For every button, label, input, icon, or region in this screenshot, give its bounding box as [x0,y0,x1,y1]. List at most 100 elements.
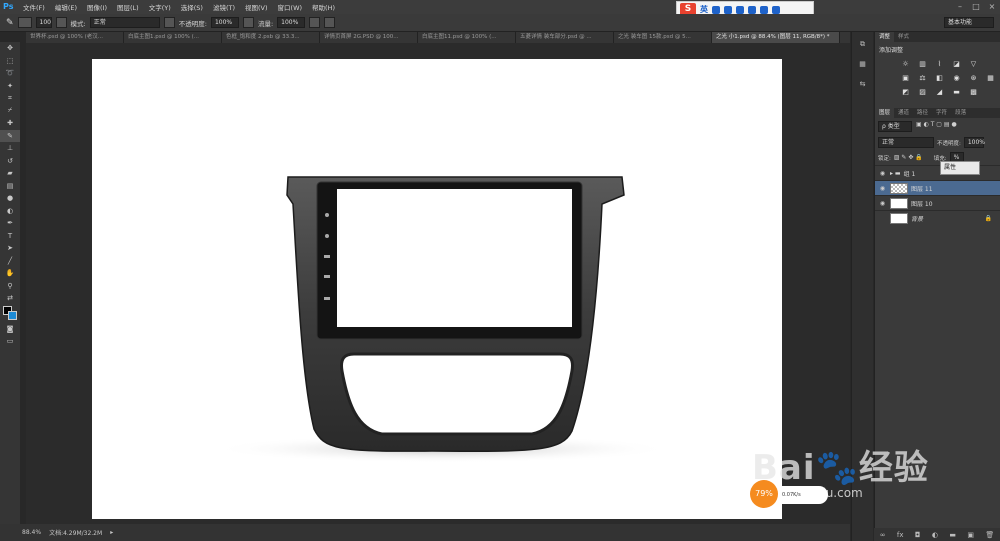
maximize-icon[interactable]: □ [968,0,984,14]
doc-tab[interactable]: 详情页首屏 2G.PSD @ 100... [320,32,418,43]
doc-tab[interactable]: 之光 装车图 15款.psd @ 5... [614,32,712,43]
swap-colors-icon[interactable]: ⇄ [0,292,20,305]
properties-panel-icon[interactable]: ▦ [852,60,873,72]
layer-filter-select[interactable]: ρ 类型 [878,121,912,132]
curves-icon[interactable]: ⌇ [935,60,944,69]
document-canvas[interactable] [92,59,782,519]
tab-layers[interactable]: 图层 [875,108,895,118]
doc-tab[interactable]: 五菱详情 装车部分.psd @ ... [516,32,614,43]
threshold-icon[interactable]: ◢ [935,88,944,97]
spare-icon[interactable] [986,60,995,69]
new-layer-icon[interactable]: ▣ [967,531,974,539]
link-icon[interactable]: ∞ [880,531,886,539]
lasso-tool-icon[interactable]: ➰ [0,67,20,80]
pen-tool-icon[interactable]: ✒ [0,217,20,230]
new-group-icon[interactable]: ▬ [949,531,956,539]
tab-paragraph[interactable]: 段落 [951,108,970,118]
quick-mask-icon[interactable]: ◙ [0,323,20,336]
layer-row[interactable]: ◉ 图层 11 [875,180,1000,195]
spare2-icon[interactable] [986,88,995,97]
actions-panel-icon[interactable]: ⇆ [852,80,873,92]
brush-tool-icon[interactable]: ✎ [0,129,20,142]
tab-paths[interactable]: 路径 [913,108,932,118]
brush-size[interactable]: 100 [35,17,52,28]
photo-filter-icon[interactable]: ◉ [952,74,961,83]
hand-tool-icon[interactable]: ✋ [0,267,20,280]
eye-icon[interactable]: ◉ [878,185,887,192]
menu-help[interactable]: 帮助(H) [307,2,340,12]
doc-size[interactable]: 文档:4.29M/32.2M [49,528,102,537]
opacity-field[interactable]: 100% [210,17,239,28]
ime-tools-icon[interactable] [772,5,780,14]
minimize-icon[interactable]: – [952,0,968,14]
hue-sat-icon[interactable]: ▣ [901,74,910,83]
lookup-icon[interactable]: ▦ [986,74,995,83]
exposure-icon[interactable]: ◪ [952,60,961,69]
pressure-size-icon[interactable] [324,17,336,28]
selective-color-icon[interactable]: ▩ [969,88,978,97]
eye-icon[interactable]: ◉ [878,200,887,207]
brightness-icon[interactable]: ☼ [901,60,910,69]
posterize-icon[interactable]: ▨ [918,88,927,97]
ime-keyboard-icon[interactable] [736,5,744,14]
ime-skin-icon[interactable] [760,5,768,14]
eyedropper-tool-icon[interactable]: ⌿ [0,105,20,118]
zoom-level[interactable]: 88.4% [22,529,41,536]
menu-image[interactable]: 图像(I) [82,2,112,12]
tab-styles[interactable]: 样式 [894,32,913,42]
tab-channels[interactable]: 通道 [894,108,913,118]
gradient-map-icon[interactable]: ▬ [952,88,961,97]
adjust-layer-icon[interactable]: ◐ [932,531,938,539]
lock-icons[interactable]: ▨ ✎ ✥ 🔒 [894,154,923,161]
eye-icon[interactable]: ◉ [878,170,887,177]
quick-select-tool-icon[interactable]: ✦ [0,80,20,93]
workspace-select[interactable]: 基本功能 [944,17,994,28]
flow-field[interactable]: 100% [277,17,306,28]
tab-adjustments[interactable]: 调整 [875,32,895,42]
doc-tab[interactable]: 色框_饱和度 2.psb @ 33.3... [222,32,320,43]
filter-icons[interactable]: ▣ ◐ T ▢ ▤ ● [916,121,957,132]
layer-row[interactable]: ◉ 图层 10 [875,195,1000,210]
doc-tab-active[interactable]: 之光 小1.psd @ 88.4% (图层 11, RGB/8*) * [712,32,840,43]
speed-ball[interactable]: 79% [750,480,778,508]
layer-opacity-field[interactable]: 100% [963,137,985,148]
dodge-tool-icon[interactable]: ◐ [0,205,20,218]
history-panel-icon[interactable]: ⧉ [852,40,873,52]
crop-tool-icon[interactable]: ⌗ [0,92,20,105]
stamp-tool-icon[interactable]: ⊥ [0,142,20,155]
menu-edit[interactable]: 编辑(E) [50,2,82,12]
eraser-tool-icon[interactable]: ▰ [0,167,20,180]
menu-file[interactable]: 文件(F) [18,2,50,12]
doc-tab[interactable]: 世界杯.psd @ 100% (老汉... [26,32,124,43]
invert-icon[interactable]: ◩ [901,88,910,97]
menu-filter[interactable]: 滤镜(T) [208,2,240,12]
zoom-tool-icon[interactable]: ⚲ [0,280,20,293]
menu-layer[interactable]: 图层(L) [112,2,144,12]
ime-punct-icon[interactable] [712,5,720,14]
layer-row[interactable]: 背景 🔒 [875,210,1000,225]
bw-icon[interactable]: ◧ [935,74,944,83]
menu-type[interactable]: 文字(Y) [144,2,176,12]
airbrush-toggle-icon[interactable] [309,17,321,28]
pressure-opacity-icon[interactable] [163,17,175,28]
blend-mode-select[interactable]: 正常 [878,137,934,148]
marquee-tool-icon[interactable]: ⬚ [0,55,20,68]
menu-window[interactable]: 窗口(W) [273,2,308,12]
gradient-tool-icon[interactable]: ▤ [0,180,20,193]
menu-view[interactable]: 视图(V) [240,2,273,12]
mode-select[interactable]: 正常 [89,17,160,28]
type-tool-icon[interactable]: T [0,230,20,243]
shape-tool-icon[interactable]: ╱ [0,255,20,268]
close-icon[interactable]: × [984,0,1000,14]
brush-preset-picker[interactable] [17,17,32,28]
mask-icon[interactable]: ◘ [915,531,921,539]
doc-tab[interactable]: 白底主图11.psd @ 100% (... [418,32,516,43]
tab-character[interactable]: 字符 [932,108,951,118]
status-arrow-icon[interactable]: ▸ [110,529,113,536]
blur-tool-icon[interactable]: ● [0,192,20,205]
screen-mode-icon[interactable]: ▭ [0,335,20,348]
speed-widget[interactable]: 0.07K/s 79% [750,478,830,508]
layer-row[interactable]: ◉ ▸ ▬ 组 1 [875,165,1000,180]
channel-mixer-icon[interactable]: ⊛ [969,74,978,83]
path-select-tool-icon[interactable]: ➤ [0,242,20,255]
